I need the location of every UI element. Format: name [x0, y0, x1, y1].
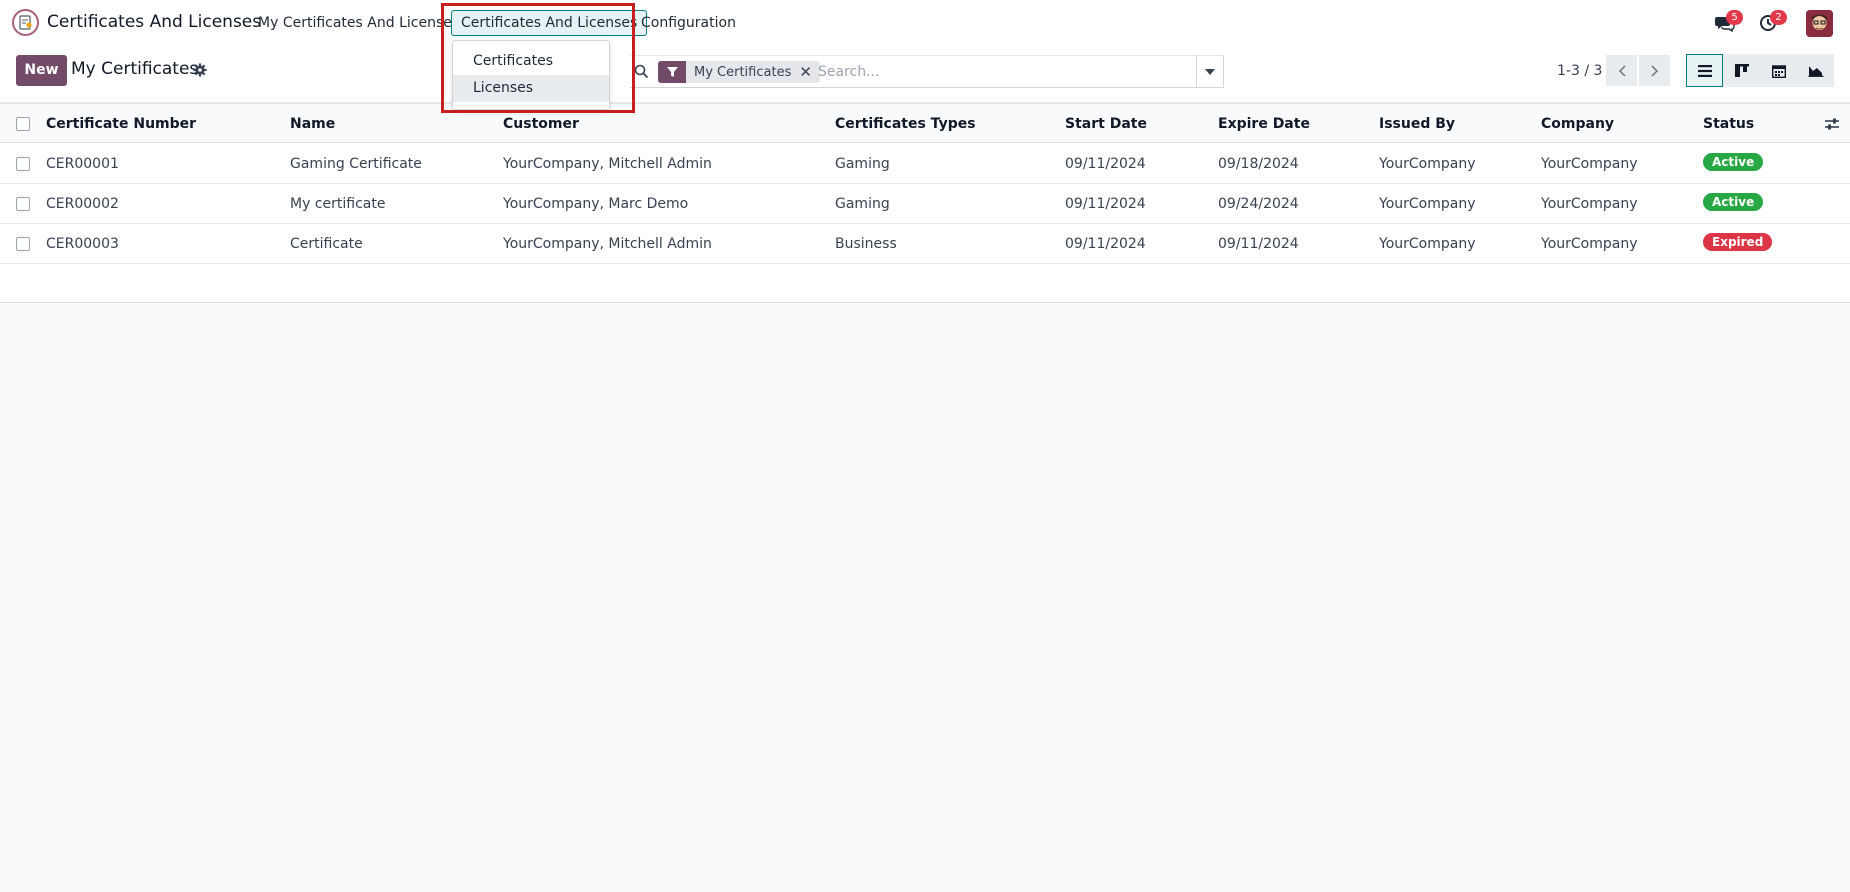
menu-certificates-and-licenses[interactable]: Certificates And Licenses — [451, 10, 648, 36]
column-customer[interactable]: Customer — [503, 116, 579, 132]
search-options-toggle[interactable] — [1196, 55, 1224, 88]
column-company[interactable]: Company — [1541, 116, 1614, 132]
optional-columns-icon[interactable] — [1824, 117, 1840, 131]
kanban-icon — [1734, 64, 1749, 77]
table-header-row: Certificate Number Name Customer Certifi… — [0, 103, 1850, 143]
app-logo-icon[interactable] — [12, 9, 39, 36]
search-icon — [634, 64, 649, 79]
search-bar: My Certificates ✕ — [630, 55, 1224, 88]
control-panel: New My Certificates My Certificates ✕ 1-… — [0, 46, 1850, 103]
list-footer — [0, 264, 1850, 303]
table-row[interactable]: CER00003 Certificate YourCompany, Mitche… — [0, 224, 1850, 264]
caret-down-icon — [1205, 68, 1215, 75]
graph-view-button[interactable] — [1797, 54, 1834, 87]
cell-certificate-number: CER00002 — [46, 196, 119, 212]
cell-name: Gaming Certificate — [290, 156, 422, 172]
cell-issued-by: YourCompany — [1379, 156, 1476, 172]
column-certificates-types[interactable]: Certificates Types — [835, 116, 976, 132]
area-chart-icon — [1808, 66, 1823, 77]
search-facet: My Certificates ✕ — [658, 61, 820, 83]
cell-certificates-type: Gaming — [835, 156, 890, 172]
activities-count-badge: 2 — [1770, 10, 1787, 25]
chevron-left-icon — [1618, 64, 1626, 77]
cell-customer: YourCompany, Mitchell Admin — [503, 156, 712, 172]
cell-expire-date: 09/24/2024 — [1218, 196, 1299, 212]
cell-name: Certificate — [290, 236, 363, 252]
dropdown-item-licenses[interactable]: Licenses — [453, 75, 609, 102]
cell-start-date: 09/11/2024 — [1065, 196, 1146, 212]
user-avatar[interactable] — [1806, 10, 1833, 37]
pager-next-button[interactable] — [1639, 55, 1670, 86]
table-row[interactable]: CER00001 Gaming Certificate YourCompany,… — [0, 144, 1850, 184]
list-icon — [1697, 64, 1712, 77]
gear-icon[interactable] — [193, 63, 207, 77]
status-badge: Active — [1703, 193, 1764, 211]
cell-certificate-number: CER00003 — [46, 236, 119, 252]
dropdown-item-certificates[interactable]: Certificates — [453, 48, 609, 75]
filter-icon — [658, 61, 686, 83]
cell-customer: YourCompany, Marc Demo — [503, 196, 689, 212]
table-row[interactable]: CER00002 My certificate YourCompany, Mar… — [0, 184, 1850, 224]
cell-certificates-type: Business — [835, 236, 897, 252]
menu-configuration[interactable]: Configuration — [641, 15, 736, 31]
facet-label: My Certificates — [694, 64, 792, 80]
search-input[interactable] — [818, 61, 1178, 83]
cell-expire-date: 09/11/2024 — [1218, 236, 1299, 252]
status-badge: Active — [1703, 153, 1764, 171]
list-view: Certificate Number Name Customer Certifi… — [0, 103, 1850, 303]
menu-my-certificates-and-licenses[interactable]: My Certificates And Licenses — [258, 15, 459, 31]
cell-name: My certificate — [290, 196, 386, 212]
row-checkbox[interactable] — [16, 237, 30, 251]
column-start-date[interactable]: Start Date — [1065, 116, 1147, 132]
cell-company: YourCompany — [1541, 156, 1638, 172]
column-status[interactable]: Status — [1703, 116, 1754, 132]
top-navbar: Certificates And Licenses My Certificate… — [0, 0, 1850, 46]
status-badge: Expired — [1703, 233, 1773, 251]
cell-start-date: 09/11/2024 — [1065, 236, 1146, 252]
new-button[interactable]: New — [16, 55, 67, 86]
calendar-icon — [1771, 64, 1786, 78]
pager-previous-button[interactable] — [1606, 55, 1637, 86]
facet-remove-icon[interactable]: ✕ — [799, 63, 820, 81]
messages-count-badge: 5 — [1726, 10, 1743, 25]
row-checkbox[interactable] — [16, 197, 30, 211]
cell-certificate-number: CER00001 — [46, 156, 119, 172]
row-checkbox[interactable] — [16, 157, 30, 171]
certificates-dropdown-menu: Certificates Licenses — [452, 40, 610, 110]
cell-certificates-type: Gaming — [835, 196, 890, 212]
list-view-button[interactable] — [1686, 54, 1723, 87]
column-name[interactable]: Name — [290, 116, 335, 132]
calendar-view-button[interactable] — [1760, 54, 1797, 87]
app-title[interactable]: Certificates And Licenses — [47, 12, 261, 32]
chevron-right-icon — [1650, 64, 1658, 77]
cell-expire-date: 09/18/2024 — [1218, 156, 1299, 172]
select-all-checkbox[interactable] — [16, 117, 30, 131]
cell-customer: YourCompany, Mitchell Admin — [503, 236, 712, 252]
cell-company: YourCompany — [1541, 196, 1638, 212]
cell-start-date: 09/11/2024 — [1065, 156, 1146, 172]
pager-value[interactable]: 1-3 / 3 — [1557, 63, 1602, 79]
column-issued-by[interactable]: Issued By — [1379, 116, 1455, 132]
cell-issued-by: YourCompany — [1379, 196, 1476, 212]
column-certificate-number[interactable]: Certificate Number — [46, 116, 196, 132]
cell-issued-by: YourCompany — [1379, 236, 1476, 252]
page-title: My Certificates — [71, 59, 199, 79]
cell-company: YourCompany — [1541, 236, 1638, 252]
column-expire-date[interactable]: Expire Date — [1218, 116, 1310, 132]
kanban-view-button[interactable] — [1723, 54, 1760, 87]
